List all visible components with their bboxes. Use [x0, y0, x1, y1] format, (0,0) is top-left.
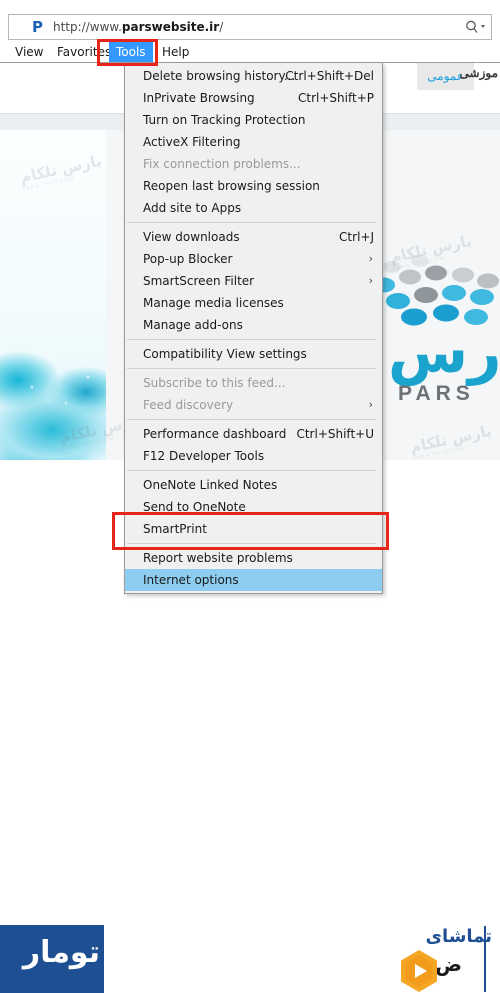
menu-item-add-site-to-apps[interactable]: Add site to Apps: [125, 197, 382, 219]
menu-separator: [127, 368, 376, 369]
pars-logo-word: پارس: [388, 318, 500, 386]
submenu-chevron-right-icon: ›: [368, 274, 373, 287]
menu-item-shortcut: Ctrl+Shift+Del: [285, 69, 374, 83]
menu-item-label: Manage add-ons: [143, 318, 243, 332]
menu-item-label: Performance dashboard: [143, 427, 287, 441]
pars-logo-subtitle: PARS: [398, 382, 475, 405]
menu-item-onenote-linked-notes[interactable]: OneNote Linked Notes: [125, 474, 382, 496]
menu-bar: View Favorites Tools Help: [0, 41, 500, 63]
pars-logo-dots: [373, 255, 499, 326]
menu-item-shortcut: Ctrl+Shift+P: [298, 91, 374, 105]
menu-separator: [127, 222, 376, 223]
menu-item-label: OneNote Linked Notes: [143, 478, 278, 492]
browser-chrome: P http://www.parswebsite.ir/ View Favori…: [0, 0, 500, 63]
site-favicon: P: [32, 18, 43, 36]
menu-item-report-website-problems[interactable]: Report website problems: [125, 547, 382, 569]
menu-item-label: Manage media licenses: [143, 296, 284, 310]
menu-item-activex-filtering[interactable]: ActiveX Filtering: [125, 131, 382, 153]
menu-item-turn-on-tracking-protection[interactable]: Turn on Tracking Protection: [125, 109, 382, 131]
menu-item-label: SmartScreen Filter: [143, 274, 255, 288]
search-icon[interactable]: [464, 19, 488, 35]
annotation-box-internet-options: [112, 512, 389, 550]
menu-item-manage-media-licenses[interactable]: Manage media licenses: [125, 292, 382, 314]
menu-item-reopen-last-browsing-session[interactable]: Reopen last browsing session: [125, 175, 382, 197]
site-nav-tab-label: عمومی: [427, 69, 464, 83]
url-prefix: http://www.: [53, 20, 122, 34]
submenu-chevron-right-icon: ›: [368, 398, 373, 411]
menu-item-label: Report website problems: [143, 551, 293, 565]
menu-item-inprivate-browsing[interactable]: InPrivate Browsing Ctrl+Shift+P: [125, 87, 382, 109]
menu-item-shortcut: Ctrl+Shift+U: [296, 427, 374, 441]
banner-price-block: تومار: [0, 925, 104, 993]
menubar-item-view[interactable]: View: [8, 41, 50, 63]
site-hero-image: [0, 130, 106, 460]
menu-item-label: Compatibility View settings: [143, 347, 307, 361]
menu-item-feed-discovery: Feed discovery ›: [125, 394, 382, 416]
menu-item-pop-up-blocker[interactable]: Pop-up Blocker ›: [125, 248, 382, 270]
menu-item-subscribe-to-this-feed: Subscribe to this feed...: [125, 372, 382, 394]
menu-item-label: F12 Developer Tools: [143, 449, 265, 463]
site-nav-tab-1[interactable]: موزشی: [460, 66, 498, 80]
annotation-box-tools: [97, 39, 158, 66]
menu-item-label: InPrivate Browsing: [143, 91, 255, 105]
menu-item-label: Turn on Tracking Protection: [143, 113, 306, 127]
menu-item-delete-browsing-history[interactable]: Delete browsing history... Ctrl+Shift+Del: [125, 65, 382, 87]
menu-item-label: Internet options: [143, 573, 239, 587]
menu-item-label: ActiveX Filtering: [143, 135, 241, 149]
menu-item-fix-connection-problems: Fix connection problems...: [125, 153, 382, 175]
menu-item-view-downloads[interactable]: View downloads Ctrl+J: [125, 226, 382, 248]
menu-item-label: Add site to Apps: [143, 201, 242, 215]
banner-price-text: تومار: [22, 935, 100, 970]
site-nav-tab-label: موزشی: [459, 66, 498, 80]
menu-item-shortcut: Ctrl+J: [339, 230, 374, 244]
menu-item-internet-options[interactable]: Internet options: [125, 569, 382, 591]
menubar-item-help[interactable]: Help: [155, 41, 196, 63]
menu-separator: [127, 419, 376, 420]
menu-item-label: Delete browsing history...: [143, 69, 296, 83]
menu-item-manage-add-ons[interactable]: Manage add-ons: [125, 314, 382, 336]
submenu-chevron-right-icon: ›: [368, 252, 373, 265]
menu-item-compatibility-view-settings[interactable]: Compatibility View settings: [125, 343, 382, 365]
menu-separator: [127, 339, 376, 340]
banner-divider: [484, 926, 486, 992]
banner-headline-2: ض: [435, 952, 462, 976]
menu-item-label: Reopen last browsing session: [143, 179, 320, 193]
menu-separator: [127, 470, 376, 471]
address-bar-url[interactable]: http://www.parswebsite.ir/: [53, 20, 223, 35]
menu-item-smartscreen-filter[interactable]: SmartScreen Filter ›: [125, 270, 382, 292]
menu-item-f12-developer-tools[interactable]: F12 Developer Tools: [125, 445, 382, 467]
menu-item-label: Fix connection problems...: [143, 157, 301, 171]
menu-item-label: View downloads: [143, 230, 240, 244]
url-domain: parswebsite.ir: [121, 20, 220, 34]
menu-item-performance-dashboard[interactable]: Performance dashboard Ctrl+Shift+U: [125, 423, 382, 445]
chevron-down-icon: [481, 25, 485, 28]
banner-headline-1: تماشای: [425, 926, 492, 947]
menu-item-label: Subscribe to this feed...: [143, 376, 286, 390]
menu-item-label: Feed discovery: [143, 398, 234, 412]
aparat-play-icon: [401, 950, 437, 992]
url-suffix: /: [219, 20, 224, 34]
menu-item-label: Pop-up Blocker: [143, 252, 233, 266]
